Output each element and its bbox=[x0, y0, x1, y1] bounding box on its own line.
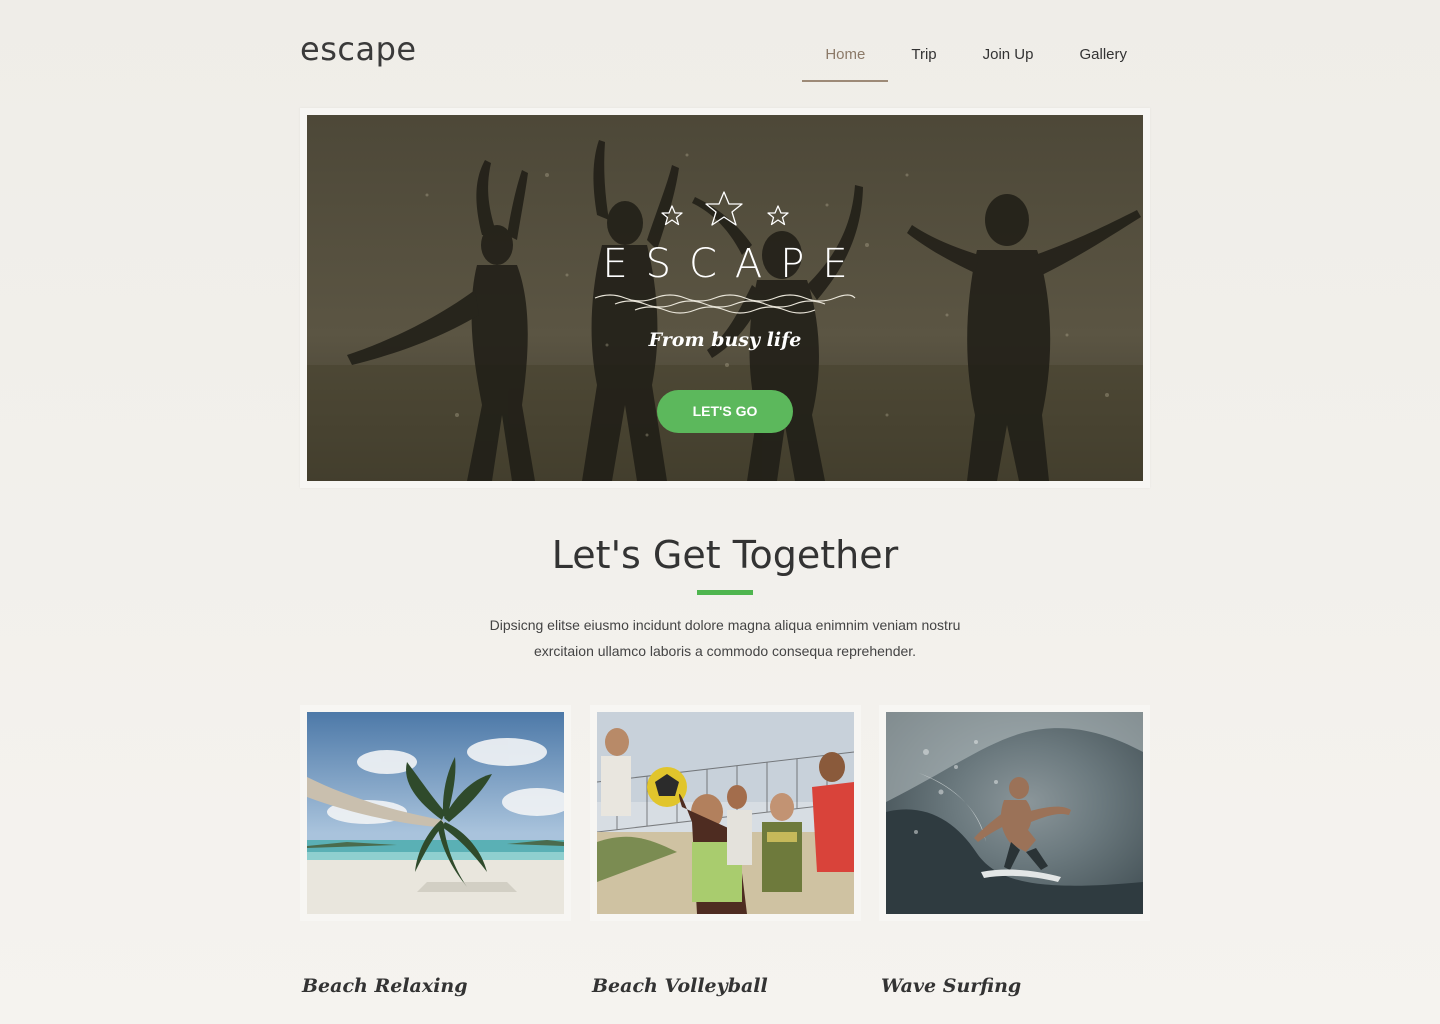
card-label-beach-volleyball[interactable]: Beach Volleyball bbox=[592, 975, 768, 997]
page: escape Home Trip Join Up Gallery ESCAPE … bbox=[300, 0, 1150, 1024]
section-description-line-2: exrcitaion ullamco laboris a commodo con… bbox=[533, 643, 917, 659]
card-beach-relaxing[interactable] bbox=[300, 705, 571, 921]
section-divider bbox=[697, 590, 753, 595]
hero-banner: ESCAPE From busy life LET'S GO bbox=[307, 115, 1143, 481]
hero-subtitle: From busy life bbox=[648, 329, 802, 351]
section-description: Dipsicng elitse eiusmo incidunt dolore m… bbox=[450, 612, 1000, 664]
nav-item-gallery[interactable]: Gallery bbox=[1056, 38, 1150, 73]
nav-item-trip[interactable]: Trip bbox=[888, 38, 959, 73]
hero-stars bbox=[307, 190, 1143, 239]
beach-relaxing-image[interactable] bbox=[307, 712, 564, 914]
wave-divider-icon bbox=[594, 294, 856, 314]
site-logo[interactable]: escape bbox=[300, 30, 417, 68]
hero-title: ESCAPE bbox=[602, 241, 866, 287]
lets-go-button[interactable]: LET'S GO bbox=[657, 390, 793, 433]
beach-volleyball-image[interactable] bbox=[597, 712, 854, 914]
main-nav: Home Trip Join Up Gallery bbox=[802, 38, 1150, 82]
card-label-beach-relaxing[interactable]: Beach Relaxing bbox=[302, 975, 468, 997]
card-wave-surfing[interactable] bbox=[879, 705, 1150, 921]
section-title: Let's Get Together bbox=[551, 533, 899, 577]
hero-frame: ESCAPE From busy life LET'S GO bbox=[300, 108, 1150, 488]
nav-item-home[interactable]: Home bbox=[802, 38, 889, 82]
wave-surfing-image[interactable] bbox=[886, 712, 1143, 914]
star-icon bbox=[661, 191, 789, 226]
card-label-wave-surfing[interactable]: Wave Surfing bbox=[881, 975, 1021, 997]
nav-item-join-up[interactable]: Join Up bbox=[960, 38, 1057, 73]
section-description-line-1: Dipsicng elitse eiusmo incidunt dolore m… bbox=[489, 617, 961, 633]
card-beach-volleyball[interactable] bbox=[590, 705, 861, 921]
